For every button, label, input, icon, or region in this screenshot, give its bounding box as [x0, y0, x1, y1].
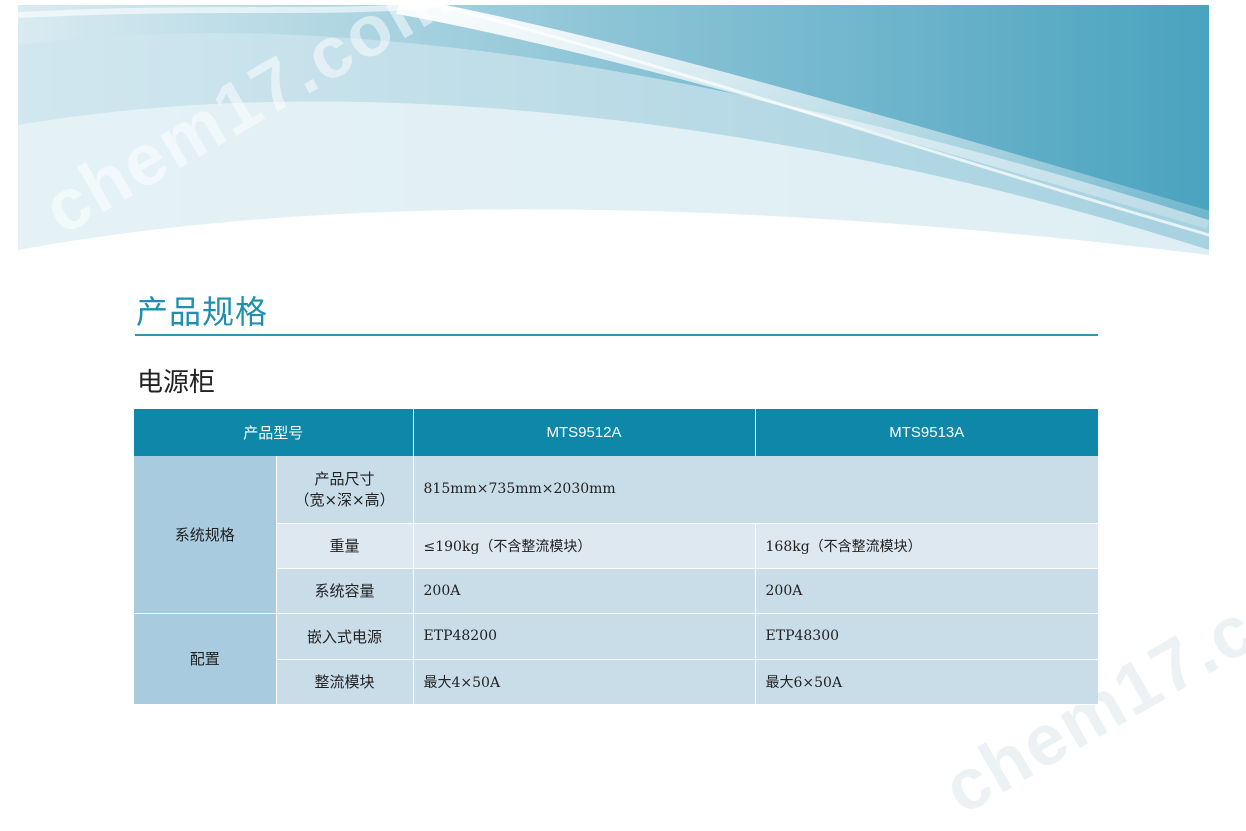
- group-label: 配置: [134, 613, 277, 705]
- cell-value: 200A: [413, 568, 756, 614]
- table-row: 系统规格 产品尺寸 （宽×深×高） 815mm×735mm×2030mm: [134, 456, 1099, 614]
- table-header-row: 产品型号 MTS9512A MTS9513A: [134, 409, 1099, 456]
- header-model-2: MTS9513A: [755, 409, 1099, 456]
- cell-value: 815mm×735mm×2030mm: [413, 456, 1099, 524]
- cell-value: ETP48200: [413, 613, 756, 660]
- cell-value: ETP48300: [755, 613, 1099, 660]
- row-label: 产品尺寸 （宽×深×高）: [276, 456, 414, 524]
- table-row: 整流模块 最大4×50A 最大6×50A: [134, 659, 1099, 705]
- table-row: 系统容量 200A 200A: [134, 568, 1099, 614]
- table-row: 配置 嵌入式电源 ETP48200 ETP48300: [134, 613, 1099, 705]
- row-label: 整流模块: [276, 659, 414, 705]
- row-label: 重量: [276, 523, 414, 569]
- row-label-line: （宽×深×高）: [294, 491, 395, 510]
- cell-value: 最大6×50A: [755, 659, 1099, 705]
- cell-value: 200A: [755, 568, 1099, 614]
- cell-value: ≤190kg（不含整流模块）: [413, 523, 756, 569]
- spec-table: 产品型号 MTS9512A MTS9513A 系统规格 产品尺寸 （宽×深×高）…: [134, 409, 1099, 705]
- row-label: 系统容量: [276, 568, 414, 614]
- header-model-1: MTS9512A: [413, 409, 756, 456]
- title-divider: [135, 334, 1098, 336]
- section-title: 电源柜: [137, 368, 216, 398]
- page-title: 产品规格: [136, 293, 269, 331]
- row-label-line: 产品尺寸: [314, 470, 375, 489]
- cell-value: 最大4×50A: [413, 659, 756, 705]
- cell-value: 168kg（不含整流模块）: [755, 523, 1099, 569]
- row-label: 嵌入式电源: [276, 613, 414, 660]
- group-label: 系统规格: [134, 456, 277, 614]
- table-row: 重量 ≤190kg（不含整流模块） 168kg（不含整流模块）: [134, 523, 1099, 569]
- header-model-label: 产品型号: [134, 409, 414, 456]
